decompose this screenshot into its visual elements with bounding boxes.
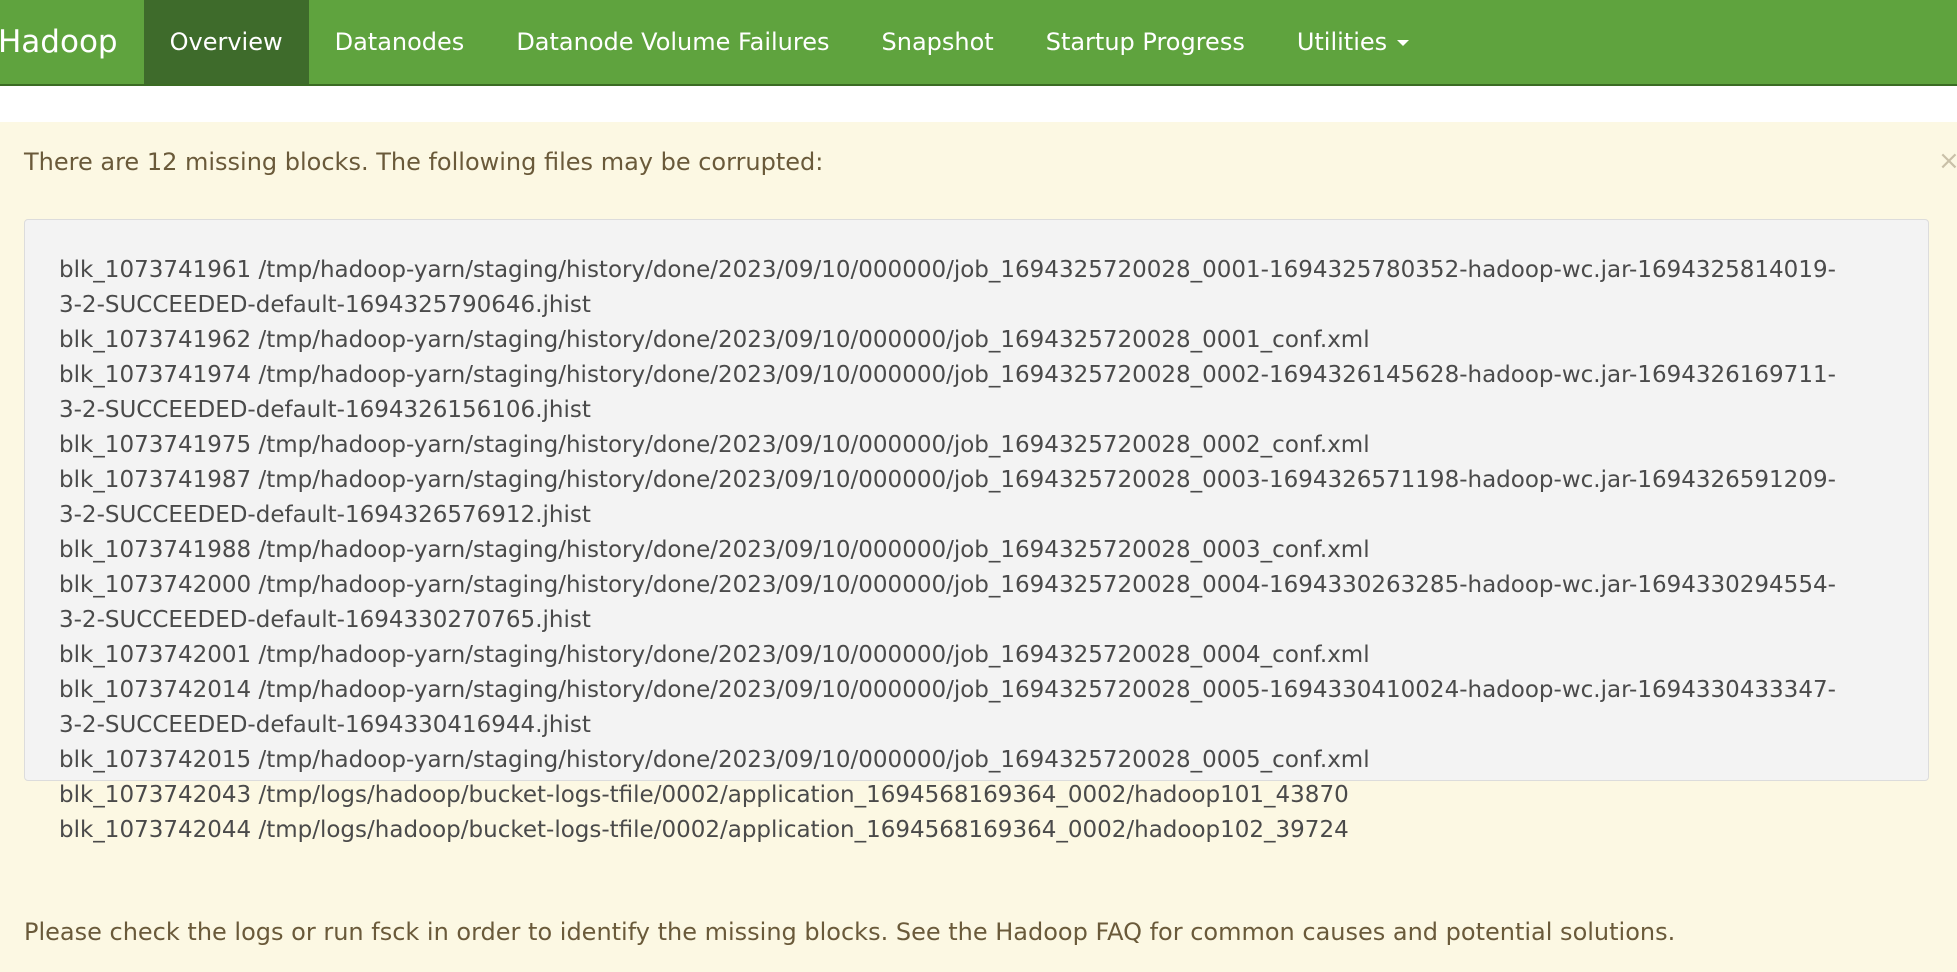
caret-down-icon (1397, 40, 1410, 46)
block-line: blk_1073741975 /tmp/hadoop-yarn/staging/… (59, 432, 1370, 458)
block-line: 3-2-SUCCEEDED-default-1694326156106.jhis… (59, 397, 591, 423)
block-line: blk_1073742044 /tmp/logs/hadoop/bucket-l… (59, 817, 1349, 843)
block-line: 3-2-SUCCEEDED-default-1694326576912.jhis… (59, 502, 591, 528)
nav-overview[interactable]: Overview (143, 0, 309, 84)
block-line: blk_1073742015 /tmp/hadoop-yarn/staging/… (59, 747, 1370, 773)
top-navbar: Hadoop Overview Datanodes Datanode Volum… (0, 0, 1957, 86)
block-line: 3-2-SUCCEEDED-default-1694330270765.jhis… (59, 607, 591, 633)
nav-utilities-dropdown[interactable]: Utilities (1271, 0, 1435, 84)
nav-snapshot[interactable]: Snapshot (856, 0, 1020, 84)
block-line: blk_1073741987 /tmp/hadoop-yarn/staging/… (59, 467, 1836, 493)
block-line: blk_1073742001 /tmp/hadoop-yarn/staging/… (59, 642, 1370, 668)
missing-blocks-alert: There are 12 missing blocks. The followi… (0, 122, 1957, 972)
brand-logo[interactable]: Hadoop (0, 0, 144, 84)
block-line: blk_1073741974 /tmp/hadoop-yarn/staging/… (59, 362, 1836, 388)
nav-startup-progress[interactable]: Startup Progress (1020, 0, 1271, 84)
block-line: blk_1073742014 /tmp/hadoop-yarn/staging/… (59, 677, 1836, 703)
nav-datanode-volume-failures[interactable]: Datanode Volume Failures (490, 0, 855, 84)
alert-footer: Please check the logs or run fsck in ord… (24, 918, 1676, 946)
nav-utilities-label: Utilities (1296, 28, 1388, 56)
block-line: 3-2-SUCCEEDED-default-1694325790646.jhis… (59, 292, 591, 318)
close-icon[interactable]: × (1938, 146, 1957, 176)
missing-blocks-list: blk_1073741961 /tmp/hadoop-yarn/staging/… (24, 219, 1929, 843)
block-line: blk_1073741961 /tmp/hadoop-yarn/staging/… (59, 257, 1836, 283)
block-line: blk_1073742043 /tmp/logs/hadoop/bucket-l… (59, 782, 1349, 808)
alert-message: There are 12 missing blocks. The followi… (24, 148, 824, 176)
block-line: blk_1073742000 /tmp/hadoop-yarn/staging/… (59, 572, 1836, 598)
nav-datanodes[interactable]: Datanodes (309, 0, 491, 84)
block-line: blk_1073741962 /tmp/hadoop-yarn/staging/… (59, 327, 1370, 353)
block-line: blk_1073741988 /tmp/hadoop-yarn/staging/… (59, 537, 1370, 563)
block-line: 3-2-SUCCEEDED-default-1694330416944.jhis… (59, 712, 591, 738)
